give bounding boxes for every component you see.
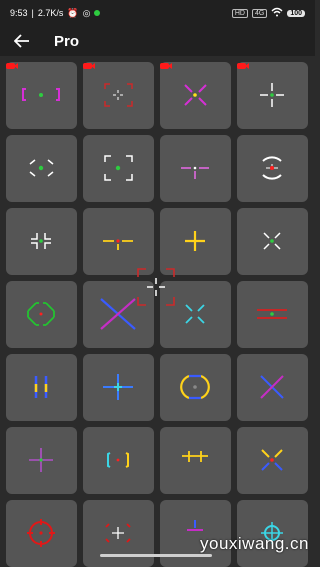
- back-arrow-icon: [14, 34, 29, 48]
- crosshair-tile[interactable]: [160, 354, 231, 421]
- crosshair-tile[interactable]: [6, 500, 77, 567]
- crosshair-icon: [184, 84, 207, 106]
- crosshair-icon: [27, 519, 55, 547]
- crosshair-tile[interactable]: [83, 427, 154, 494]
- crosshair-icon: [257, 309, 287, 319]
- crosshair-tile[interactable]: [237, 354, 308, 421]
- crosshair-tile[interactable]: [237, 208, 308, 275]
- net-speed: 2.7K/s: [37, 8, 64, 18]
- crosshair-tile[interactable]: [237, 281, 308, 348]
- crosshair-icon: [31, 233, 51, 249]
- crosshair-tile[interactable]: [6, 135, 77, 202]
- watermark-text: youxiwang.cn: [199, 534, 309, 553]
- crosshair-tile[interactable]: [237, 427, 308, 494]
- app-indicator-icon: [94, 10, 101, 16]
- crosshair-tile[interactable]: [160, 62, 231, 129]
- crosshair-tile[interactable]: [160, 135, 231, 202]
- crosshair-tile[interactable]: [237, 62, 308, 129]
- battery-icon: 100: [287, 9, 305, 17]
- crosshair-icon: [260, 83, 284, 107]
- crosshair-icon: [103, 374, 133, 400]
- crosshair-tile[interactable]: [6, 208, 77, 275]
- crosshair-tile[interactable]: [160, 427, 231, 494]
- crosshair-icon: [180, 374, 210, 400]
- crosshair-icon: [181, 166, 209, 179]
- crosshair-icon: [104, 155, 133, 181]
- alarm-icon: ⏰: [67, 7, 79, 18]
- crosshair-grid: [6, 62, 310, 567]
- crosshair-tile[interactable]: [83, 354, 154, 421]
- crosshair-icon: [182, 451, 208, 462]
- status-left: 9:53 | 2.7K/s ⏰ ◎: [10, 7, 101, 19]
- crosshair-icon: [107, 452, 129, 468]
- crosshair-icon: [34, 376, 48, 398]
- crosshair-icon: [263, 232, 281, 250]
- crosshair-tile[interactable]: [237, 135, 308, 202]
- back-button[interactable]: [8, 27, 36, 55]
- crosshair-icon: [27, 302, 55, 326]
- crosshair-icon: [29, 159, 54, 177]
- page-title: Pro: [54, 32, 80, 50]
- wifi-icon: [271, 7, 283, 19]
- status-bar: 9:53 | 2.7K/s ⏰ ◎ HD 4G 100: [0, 0, 315, 26]
- crosshair-icon: [262, 156, 282, 180]
- crosshair-icon: [104, 83, 133, 107]
- crosshair-tile[interactable]: [83, 62, 154, 129]
- crosshair-tile[interactable]: [6, 281, 77, 348]
- home-indicator[interactable]: [100, 554, 212, 557]
- crosshair-tile[interactable]: [6, 354, 77, 421]
- crosshair-icon: [22, 88, 60, 101]
- status-right: HD 4G 100: [231, 7, 305, 19]
- floating-crosshair-overlay[interactable]: [133, 264, 179, 310]
- status-time: 9:53: [10, 8, 28, 18]
- network-badge: 4G: [251, 8, 268, 18]
- crosshair-tile[interactable]: [6, 427, 77, 494]
- hd-badge: HD: [231, 8, 248, 18]
- crosshair-icon: [29, 448, 53, 472]
- crosshair-icon: [261, 449, 283, 471]
- circle-icon: ◎: [82, 7, 91, 18]
- crosshair-tile[interactable]: [6, 62, 77, 129]
- crosshair-icon: [260, 375, 284, 399]
- app-header: Pro: [0, 26, 315, 56]
- crosshair-tile[interactable]: [83, 135, 154, 202]
